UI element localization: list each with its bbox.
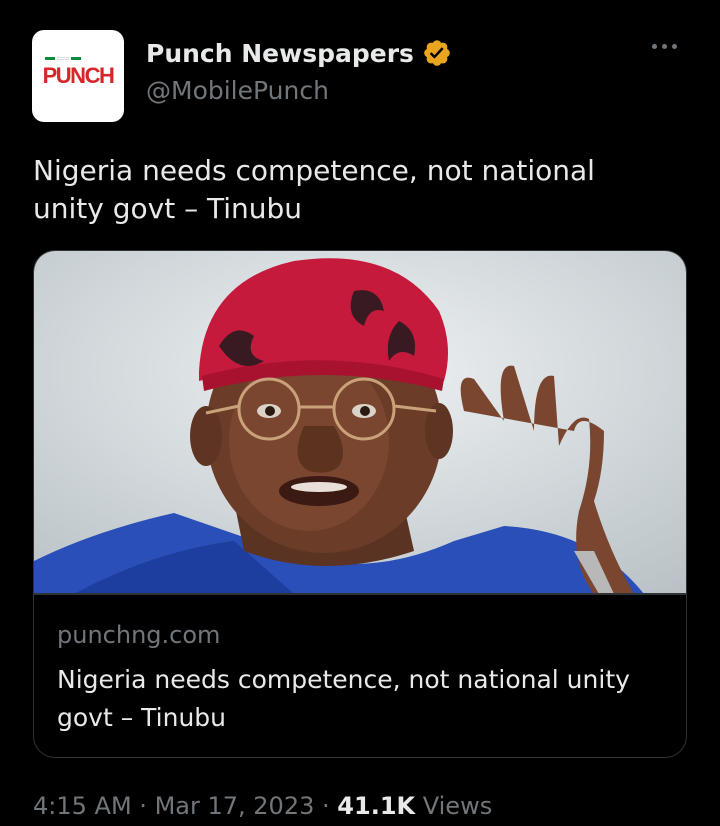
author-display-name[interactable]: Punch Newspapers xyxy=(146,39,414,68)
views-label: Views xyxy=(422,792,493,820)
author-name-row: Punch Newspapers xyxy=(146,38,452,68)
avatar-logo-text: PUNCH xyxy=(42,63,115,88)
verified-badge-icon[interactable] xyxy=(422,38,452,68)
link-card[interactable]: punchng.com Nigeria needs competence, no… xyxy=(33,250,687,758)
tweet-text: Nigeria needs competence, not national u… xyxy=(33,154,595,225)
tweet-meta: 4:15 AM · Mar 17, 2023 · 41.1K Views xyxy=(33,792,492,820)
more-options-icon[interactable] xyxy=(652,44,677,49)
link-card-title: Nigeria needs competence, not national u… xyxy=(57,665,630,732)
views-count: 41.1K xyxy=(337,792,416,820)
link-card-divider xyxy=(34,593,686,595)
tweet-time[interactable]: 4:15 AM xyxy=(33,792,132,820)
meta-separator: · xyxy=(139,792,147,820)
meta-separator: · xyxy=(322,792,330,820)
link-card-image xyxy=(34,251,686,594)
tweet-date[interactable]: Mar 17, 2023 xyxy=(155,792,315,820)
author-handle[interactable]: @MobilePunch xyxy=(146,76,329,105)
avatar[interactable]: PUNCH xyxy=(32,30,124,122)
link-card-domain: punchng.com xyxy=(57,621,221,649)
avatar-logo: PUNCH xyxy=(42,57,115,89)
avatar-flag-bar xyxy=(44,57,81,60)
